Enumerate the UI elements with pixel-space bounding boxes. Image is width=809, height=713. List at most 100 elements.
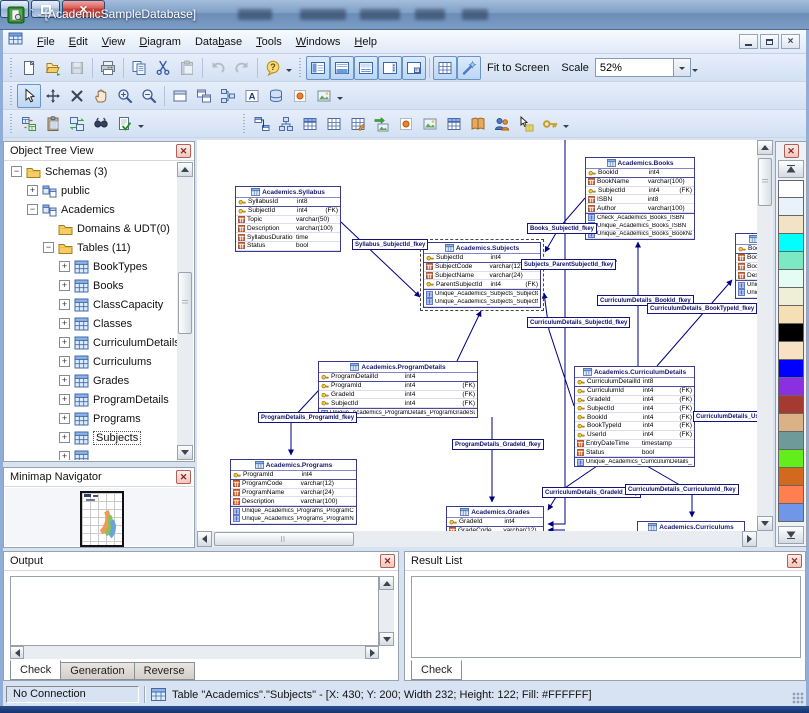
close-panel-icon[interactable]: ✕ bbox=[176, 144, 191, 158]
paste-frame-button[interactable] bbox=[192, 84, 216, 108]
grid-edit-button[interactable] bbox=[346, 112, 370, 136]
find-button[interactable] bbox=[89, 112, 113, 136]
relationship-line[interactable] bbox=[548, 140, 565, 524]
table-constraint[interactable]: Unique_Academics_BookTypes_BookTypeCode bbox=[736, 280, 757, 289]
diagram-table-books[interactable]: Academics.BooksBookIdint4BookNamevarchar… bbox=[585, 157, 695, 240]
panel-minimap-button[interactable] bbox=[402, 56, 426, 80]
relationship-label-syllabus_subjectid_fkey[interactable]: Syllabus_SubjectId_fkey bbox=[352, 239, 428, 250]
tree-item-label[interactable]: ClassCapacity bbox=[93, 299, 163, 311]
menu-tools[interactable]: Tools bbox=[249, 31, 289, 53]
relationship-label-curriculumdetails_userid_fkey[interactable]: CurriculumDetails_UserId_fkey bbox=[693, 411, 757, 422]
tree-expander-plus-icon[interactable]: + bbox=[59, 318, 70, 329]
table-column-gradecode[interactable]: GradeCodevarchar(12) bbox=[447, 527, 543, 531]
fit-to-screen-label[interactable]: Fit to Screen bbox=[487, 62, 549, 74]
tree-item-grades[interactable]: +Grades bbox=[5, 371, 177, 390]
color-swatch-ff7f50[interactable] bbox=[778, 486, 804, 504]
table-column-status[interactable]: Statusbool bbox=[236, 242, 340, 251]
tree-item-schemas-3-[interactable]: −Schemas (3) bbox=[5, 162, 177, 181]
key-tool-button[interactable] bbox=[538, 112, 562, 136]
table-column-description[interactable]: Descriptionvarchar(100) bbox=[231, 497, 356, 506]
table-column-curriculumid[interactable]: CurriculumIdint4(FK) bbox=[575, 387, 694, 396]
new-frame-button[interactable] bbox=[168, 84, 192, 108]
tree-item-curriculums[interactable]: +Curriculums bbox=[5, 352, 177, 371]
tree-item-label[interactable]: ProgramDetails bbox=[93, 394, 169, 406]
tab-generation[interactable]: Generation bbox=[61, 662, 134, 680]
mdi-restore-button[interactable] bbox=[760, 34, 779, 49]
save-file-button[interactable] bbox=[65, 56, 89, 80]
relationship-line[interactable] bbox=[457, 311, 481, 361]
color-swatch-8a30e0[interactable] bbox=[778, 378, 804, 396]
table-column-programdetailid[interactable]: ProgramDetailIdint4 bbox=[319, 373, 477, 382]
relationship-label-curriculumdetails_subjectid_fkey[interactable]: CurriculumDetails_SubjectId_fkey bbox=[527, 317, 630, 328]
table-column-description[interactable]: Descriptionvarchar(100) bbox=[236, 224, 340, 233]
diagram-table-curriculumdetails[interactable]: Academics.CurriculumDetailsCurriculumDet… bbox=[574, 366, 695, 467]
mdi-minimize-button[interactable] bbox=[739, 34, 758, 49]
scroll-up-icon[interactable] bbox=[757, 140, 773, 155]
table-column-bookid[interactable]: BookIdint4 bbox=[586, 169, 694, 178]
table-column-entrydatetime[interactable]: EntryDateTimetimestamp bbox=[575, 440, 694, 449]
tree-item-programdetails[interactable]: + ProgramDetails bbox=[5, 390, 177, 409]
table-column-parentsubjectid[interactable]: ParentSubjectIdint4(FK) bbox=[424, 280, 540, 289]
color-swatch-d2691e[interactable] bbox=[778, 468, 804, 486]
tree-item-classcapacity[interactable]: +ClassCapacity bbox=[5, 295, 177, 314]
table-constraint[interactable]: Unique_Academics_Subjects_SubjectName bbox=[424, 298, 540, 307]
table-column-booktypecode[interactable]: BookTypeCode bbox=[736, 254, 757, 263]
relationship-label-programdetails_programid_fkey[interactable]: ProgramDetails_ProgramId_fkey bbox=[258, 412, 357, 423]
color-swatch-f9e2c3[interactable] bbox=[778, 342, 804, 360]
color-swatch-f2e3c6[interactable] bbox=[778, 216, 804, 234]
point-marker-button[interactable] bbox=[288, 84, 312, 108]
color-swatch-efefd8[interactable] bbox=[778, 288, 804, 306]
close-panel-icon[interactable]: ✕ bbox=[787, 554, 802, 568]
tree-expander-plus-icon[interactable]: + bbox=[59, 261, 70, 272]
color-swatch-7ce8c4[interactable] bbox=[778, 252, 804, 270]
tree-item-domains-udt-0-[interactable]: Domains & UDT(0) bbox=[5, 219, 177, 238]
close-panel-icon[interactable]: ✕ bbox=[784, 144, 799, 158]
table-column-subjectid[interactable]: SubjectIdint4(FK) bbox=[575, 404, 694, 413]
diagram-table-booktypes[interactable]: Academics.BookTypesBookTypeIdBookTypeCod… bbox=[735, 233, 757, 299]
users-button[interactable] bbox=[490, 112, 514, 136]
schema-compare-button[interactable] bbox=[17, 112, 41, 136]
text-label-button[interactable]: A bbox=[240, 84, 264, 108]
tree-expander-plus-icon[interactable]: + bbox=[59, 394, 70, 405]
toolbar-handle[interactable] bbox=[9, 86, 14, 106]
print-button[interactable] bbox=[96, 56, 120, 80]
tree-expander-minus-icon[interactable]: − bbox=[11, 166, 22, 177]
color-swatch-6f96e8[interactable] bbox=[778, 504, 804, 522]
table-column-isbn[interactable]: ISBNint8 bbox=[586, 195, 694, 204]
table-column-programid[interactable]: ProgramIdint4(FK) bbox=[319, 382, 477, 391]
help-button[interactable]: ? bbox=[261, 56, 285, 80]
insert-image-button[interactable] bbox=[312, 84, 336, 108]
color-swatch-e4fcf4[interactable] bbox=[778, 270, 804, 288]
point-marker-button[interactable] bbox=[394, 112, 418, 136]
table-column-subjectid[interactable]: SubjectIdint4(FK) bbox=[319, 399, 477, 408]
validate-button[interactable] bbox=[113, 112, 137, 136]
overflow-chevron-icon[interactable] bbox=[286, 69, 292, 75]
table-column-gradeid[interactable]: GradeIdint4(FK) bbox=[575, 396, 694, 405]
tree-item-academics[interactable]: −Academics bbox=[5, 200, 177, 219]
scroll-down-icon[interactable] bbox=[177, 445, 193, 460]
tree-expander-minus-icon[interactable]: − bbox=[27, 204, 38, 215]
toolbar-handle[interactable] bbox=[242, 114, 247, 134]
table-column-gradeid[interactable]: GradeIdint4 bbox=[447, 518, 543, 527]
relationship-line[interactable] bbox=[657, 280, 732, 366]
toolbar-handle[interactable] bbox=[298, 58, 303, 78]
table-column-subjectid[interactable]: SubjectIdint4(FK) bbox=[586, 187, 694, 196]
close-panel-icon[interactable]: ✕ bbox=[380, 554, 395, 568]
tree-item-label[interactable]: Books bbox=[93, 280, 124, 292]
tree-expander-plus-icon[interactable]: + bbox=[59, 375, 70, 386]
redo-button[interactable] bbox=[230, 56, 254, 80]
tree-expander-minus-icon[interactable]: − bbox=[43, 242, 54, 253]
relationship-label-curriculumdetails_curriculumid_fkey[interactable]: CurriculumDetails_CurriculumId_fkey bbox=[625, 484, 739, 495]
paste-button[interactable] bbox=[175, 56, 199, 80]
table-column-bookname[interactable]: BookNamevarchar(100) bbox=[586, 178, 694, 187]
scroll-up-icon[interactable] bbox=[379, 576, 394, 590]
overflow-chevron-icon[interactable] bbox=[337, 97, 343, 103]
flip-image-button[interactable] bbox=[370, 112, 394, 136]
tree-item-public[interactable]: +public bbox=[5, 181, 177, 200]
table-column-programname[interactable]: ProgramNamevarchar(24) bbox=[231, 489, 356, 498]
grid-toggle-button[interactable] bbox=[433, 56, 457, 80]
table-constraint[interactable]: Check_Academics_Books_ISBN bbox=[586, 213, 694, 222]
output-hscrollbar[interactable] bbox=[10, 646, 379, 659]
table-column-booktypename[interactable]: BookTypeName bbox=[736, 263, 757, 272]
color-swatch-63ee1c[interactable] bbox=[778, 450, 804, 468]
